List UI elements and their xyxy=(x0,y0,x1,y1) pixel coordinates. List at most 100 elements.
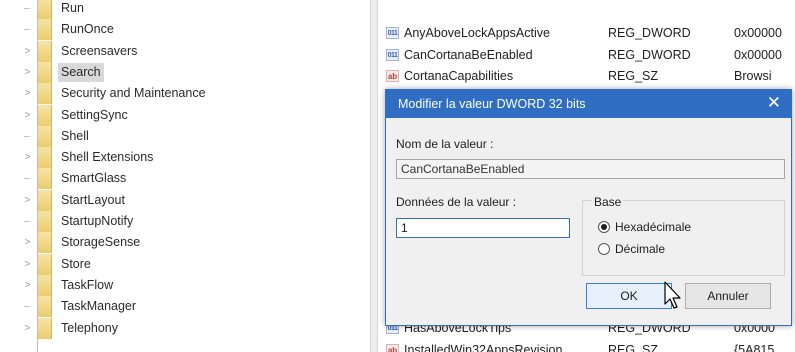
mouse-pointer-icon xyxy=(664,281,681,309)
tree-item-label: TaskFlow xyxy=(61,277,114,292)
folder-icon xyxy=(38,40,52,62)
folder-icon xyxy=(38,296,52,318)
tree-item-label: RunOnce xyxy=(61,22,114,37)
radio-hexadecimal-label: Hexadécimale xyxy=(615,220,692,234)
tree-item[interactable]: > Screensavers xyxy=(0,40,370,62)
value-name: AnyAboveLockAppsActive xyxy=(404,26,550,40)
cancel-button[interactable]: Annuler xyxy=(685,283,771,309)
string-value-icon: ab xyxy=(386,70,399,82)
tree-item-label: StartLayout xyxy=(61,192,125,207)
folder-icon xyxy=(38,189,52,211)
expand-chevron-icon[interactable]: > xyxy=(23,88,32,100)
tree-connector xyxy=(24,306,30,308)
tree-item[interactable]: > Telephony xyxy=(0,317,370,339)
dword-value-icon: 011 xyxy=(386,48,399,61)
tree-item-label: SmartGlass xyxy=(61,171,127,186)
tree-item-label: Search xyxy=(58,62,104,82)
folder-icon xyxy=(38,61,52,83)
expand-chevron-icon[interactable]: > xyxy=(23,259,32,271)
value-name-label: Nom de la valeur : xyxy=(396,137,494,151)
expand-chevron-icon[interactable]: > xyxy=(23,67,32,79)
folder-icon xyxy=(38,147,52,169)
tree-item-label: SettingSync xyxy=(61,107,128,122)
expand-chevron-icon[interactable]: > xyxy=(23,323,32,335)
radio-button-checked-icon[interactable] xyxy=(598,221,610,233)
value-row[interactable]: 011 AnyAboveLockAppsActive REG_DWORD 0x0000… xyxy=(378,23,795,44)
registry-key-tree[interactable]: Run RunOnce > Screensavers > Search > Security … xyxy=(0,0,370,352)
tree-item-label: Security and Maintenance xyxy=(61,86,206,101)
tree-item[interactable]: > SettingSync xyxy=(0,104,370,126)
tree-item-label: Screensavers xyxy=(61,43,138,58)
tree-item-label: Store xyxy=(61,256,91,271)
tree-item-label: Run xyxy=(61,1,84,15)
tree-item[interactable]: > Security and Maintenance xyxy=(0,83,370,105)
close-icon[interactable]: ✕ xyxy=(767,94,781,112)
folder-icon xyxy=(38,317,52,339)
folder-icon xyxy=(38,83,52,105)
expand-chevron-icon[interactable]: > xyxy=(23,237,32,249)
value-row[interactable]: 011 CanCortanaBeEnabled REG_DWORD 0x00000 xyxy=(378,45,795,66)
tree-item[interactable]: RunOnce xyxy=(0,19,370,41)
edit-dword-dialog: Modifier la valeur DWORD 32 bits ✕ Nom d… xyxy=(385,89,792,326)
folder-icon xyxy=(38,19,52,41)
folder-icon xyxy=(38,125,52,147)
folder-icon xyxy=(38,253,52,275)
value-data: Browsi xyxy=(734,69,772,83)
folder-icon xyxy=(38,211,52,232)
folder-icon xyxy=(38,168,52,190)
value-data: {5A815 xyxy=(734,342,775,352)
tree-item[interactable]: Run xyxy=(0,0,370,19)
folder-icon xyxy=(38,0,52,19)
tree-item[interactable]: > Shell Extensions xyxy=(0,147,370,169)
tree-item[interactable]: > Search xyxy=(0,61,370,83)
tree-connector xyxy=(24,178,30,180)
base-group xyxy=(582,200,785,276)
value-data: 0x00000 xyxy=(734,26,782,40)
tree-item[interactable]: Shell xyxy=(0,125,370,147)
expand-chevron-icon[interactable]: > xyxy=(23,280,32,292)
value-type: REG_DWORD xyxy=(608,47,691,62)
radio-button-icon[interactable] xyxy=(598,243,610,255)
expand-chevron-icon[interactable]: > xyxy=(23,46,32,58)
value-name: CanCortanaBeEnabled xyxy=(404,47,533,62)
radio-decimal-label: Décimale xyxy=(615,242,666,256)
tree-item[interactable]: SmartGlass xyxy=(0,168,370,190)
radio-hexadecimal[interactable]: Hexadécimale xyxy=(598,220,691,234)
tree-item-label: TaskManager xyxy=(61,299,137,314)
tree-item-label: Shell xyxy=(61,128,89,143)
tree-connector xyxy=(24,135,30,137)
value-data-input[interactable] xyxy=(396,218,570,238)
expand-chevron-icon[interactable]: > xyxy=(23,152,32,164)
tree-item-label: StorageSense xyxy=(61,235,141,250)
tree-connector xyxy=(24,8,30,9)
tree-item-label: Telephony xyxy=(61,320,118,335)
tree-item[interactable]: > Store xyxy=(0,253,370,275)
tree-connector xyxy=(24,29,30,31)
ok-button[interactable]: OK xyxy=(586,283,672,309)
folder-icon xyxy=(38,104,52,126)
value-name: InstalledWin32AppsRevision xyxy=(404,342,563,352)
dialog-titlebar[interactable]: Modifier la valeur DWORD 32 bits ✕ xyxy=(386,90,791,118)
radio-decimal[interactable]: Décimale xyxy=(598,242,665,256)
string-value-icon: ab xyxy=(386,343,399,352)
expand-chevron-icon[interactable]: > xyxy=(23,110,32,122)
expand-chevron-icon[interactable]: > xyxy=(23,195,32,207)
tree-item-label: StartupNotify xyxy=(61,214,134,228)
value-row[interactable]: ab InstalledWin32AppsRevision REG_SZ {5A815 xyxy=(378,340,795,352)
tree-item-label: Shell Extensions xyxy=(61,150,154,165)
dword-value-icon: 011 xyxy=(386,27,399,39)
tree-connector xyxy=(24,221,30,222)
value-name-field[interactable] xyxy=(396,159,785,179)
value-data-label: Données de la valeur : xyxy=(396,195,517,209)
dialog-title: Modifier la valeur DWORD 32 bits xyxy=(398,97,586,111)
value-type: REG_SZ xyxy=(608,342,659,352)
tree-item[interactable]: > StorageSense xyxy=(0,232,370,254)
tree-item[interactable]: > TaskFlow xyxy=(0,274,370,296)
value-row[interactable]: ab CortanaCapabilities REG_SZ Browsi xyxy=(378,66,795,87)
tree-item[interactable]: StartupNotify xyxy=(0,211,370,232)
value-data: 0x00000 xyxy=(734,47,782,62)
tree-item[interactable]: > StartLayout xyxy=(0,189,370,211)
tree-item[interactable]: TaskManager xyxy=(0,296,370,318)
base-label: Base xyxy=(592,195,624,209)
pane-splitter[interactable] xyxy=(370,0,378,352)
